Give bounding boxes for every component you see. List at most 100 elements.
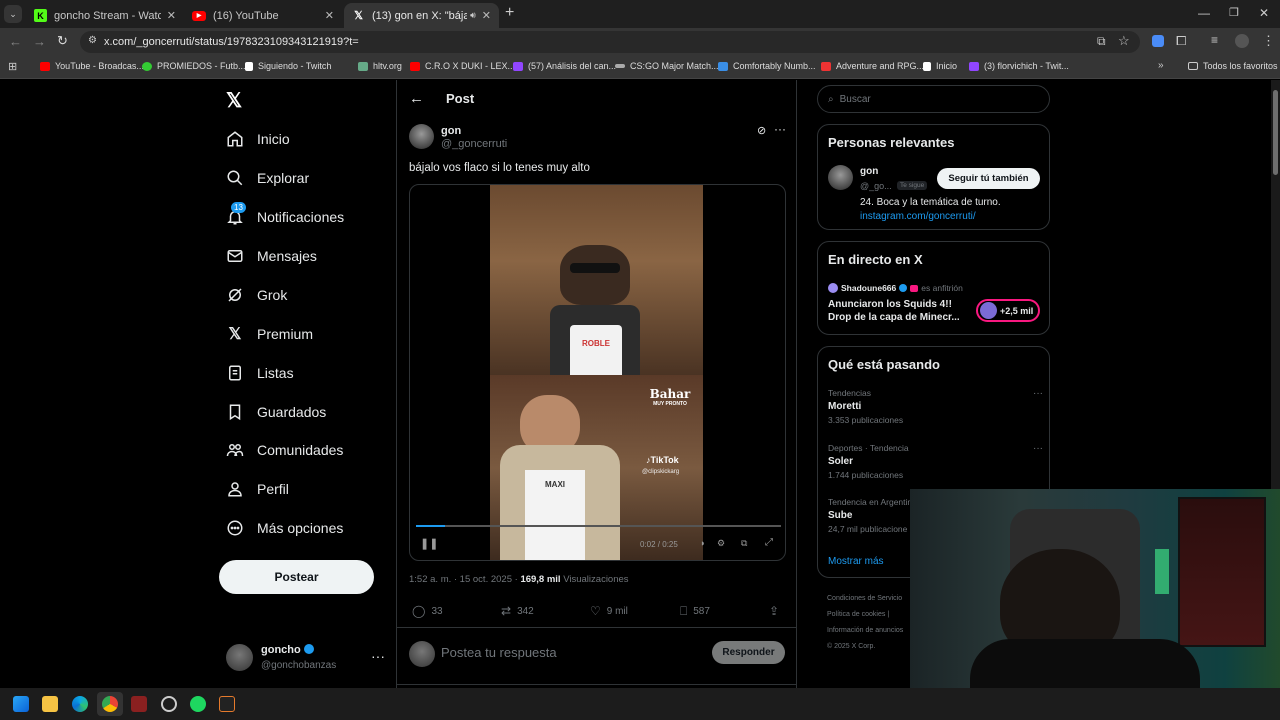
bookmark-cro-duki[interactable]: C.R.O X DUKI - LEX... [410, 61, 515, 71]
trend-item[interactable]: Deportes · Tendencia Soler 1.744 publica… [828, 443, 1043, 480]
close-icon[interactable]: ✕ [325, 9, 334, 22]
reply-button[interactable]: Responder [712, 641, 785, 664]
live-host[interactable]: Shadoune666 es anfitrión [828, 283, 963, 293]
volume-icon[interactable]: ◗ [700, 538, 705, 548]
live-listeners-pill[interactable]: +2,5 mil [976, 299, 1040, 322]
spotify-icon[interactable] [190, 696, 206, 712]
tab-search-icon[interactable]: ⌄ [4, 5, 22, 23]
like-action[interactable]: ♡ 9 mil [590, 604, 628, 618]
more-bookmarks-icon[interactable]: » [1158, 60, 1164, 71]
ads-info-link[interactable]: Información de anuncios [827, 623, 903, 639]
x-logo-icon[interactable]: 𝕏 [226, 88, 242, 113]
bookmark-florvichich[interactable]: (3) florvichich - Twit... [969, 61, 1069, 71]
app-icon[interactable] [131, 696, 147, 712]
nav-premium[interactable]: 𝕏 Premium [226, 325, 313, 343]
close-icon[interactable]: ✕ [482, 9, 491, 22]
terms-link[interactable]: Condiciones de Servicio [827, 591, 903, 607]
extension-icon[interactable] [1152, 35, 1164, 47]
reply-action[interactable]: ◯ 33 [412, 604, 443, 618]
nav-mas-opciones[interactable]: Más opciones [226, 519, 343, 537]
show-more-link[interactable]: Mostrar más [828, 556, 884, 567]
bookmark-hltv[interactable]: hltv.org [358, 61, 402, 71]
all-bookmarks-folder[interactable]: Todos los favoritos [1188, 61, 1278, 71]
nav-grok[interactable]: Grok [226, 286, 287, 304]
apps-grid-icon[interactable]: ⊞ [8, 60, 17, 73]
live-title[interactable]: Anunciaron los Squids 4!! Drop de la cap… [828, 298, 960, 324]
bookmark-csgo[interactable]: CS:GO Major Match... [615, 61, 719, 71]
nav-notificaciones[interactable]: 13 Notificaciones [226, 202, 344, 226]
app-icon[interactable] [219, 696, 235, 712]
bookmark-adventure-rpg[interactable]: Adventure and RPG... [821, 61, 924, 71]
bookmark-comfortably-numb[interactable]: Comfortably Numb... [718, 61, 816, 71]
nav-guardados[interactable]: Guardados [226, 403, 326, 421]
extensions-puzzle-icon[interactable]: ⧠ [1176, 33, 1186, 49]
more-icon[interactable]: ··· [774, 122, 786, 136]
nav-perfil[interactable]: Perfil [226, 480, 289, 498]
fullscreen-icon[interactable]: ⤢ [765, 537, 773, 548]
windows-start-icon[interactable] [13, 696, 29, 712]
bookmark-x-inicio[interactable]: Inicio [923, 61, 957, 71]
post-button[interactable]: Postear [219, 560, 374, 594]
new-tab-button[interactable]: + [505, 4, 514, 22]
grok-explain-icon[interactable]: ⊘ [757, 124, 766, 137]
tab-x-post[interactable]: 𝕏 (13) gon en X: "bájalo vos fl 🔊︎ ✕ [344, 3, 499, 28]
forward-button[interactable]: → [33, 34, 46, 49]
bookmark-youtube[interactable]: YouTube - Broadcas... [40, 61, 144, 71]
bookmark-twitch[interactable]: Siguiendo - Twitch [245, 61, 331, 71]
cookies-link[interactable]: Política de cookies [827, 611, 885, 618]
post-time[interactable]: 1:52 a. m. · 15 oct. 2025 · [409, 574, 518, 585]
tab-youtube[interactable]: ▶ (16) YouTube ✕ [184, 3, 342, 28]
person-handle[interactable]: @_go... [860, 181, 892, 191]
reply-input[interactable]: Postea tu respuesta [441, 645, 557, 660]
close-window-button[interactable]: ✕ [1259, 6, 1269, 20]
nav-inicio[interactable]: Inicio [226, 130, 290, 148]
pause-icon[interactable]: ❚❚ [420, 537, 438, 550]
repost-action[interactable]: ⇄ 342 [501, 604, 534, 618]
trend-item[interactable]: Tendencias Moretti 3.353 publicaciones ·… [828, 388, 1043, 425]
menu-kebab-icon[interactable]: ⋮ [1262, 33, 1275, 49]
share-action[interactable]: ⇪ [769, 604, 779, 618]
scrollbar-thumb[interactable] [1273, 90, 1278, 175]
profile-avatar[interactable] [1235, 34, 1249, 48]
settings-gear-icon[interactable]: ⚙︎ [717, 538, 725, 549]
person-name[interactable]: gon [860, 166, 878, 177]
nav-explorar[interactable]: Explorar [226, 169, 309, 187]
reload-button[interactable]: ↻ [57, 33, 68, 49]
edge-icon[interactable] [72, 696, 88, 712]
author-avatar[interactable] [409, 124, 434, 149]
nav-mensajes[interactable]: Mensajes [226, 247, 317, 265]
author-name[interactable]: gon [441, 125, 461, 137]
author-handle[interactable]: @_goncerruti [441, 138, 507, 150]
back-button[interactable]: ← [9, 34, 22, 49]
file-explorer-icon[interactable] [42, 696, 58, 712]
search-bar[interactable]: ⌕ Buscar [817, 85, 1050, 113]
restore-button[interactable]: ❐ [1229, 6, 1239, 19]
minimize-button[interactable]: — [1198, 6, 1210, 20]
search-input[interactable]: Buscar [840, 94, 871, 105]
site-info-icon[interactable]: ⚙︎ [88, 35, 97, 46]
install-app-icon[interactable]: ⧉ [1097, 34, 1106, 49]
nav-listas[interactable]: Listas [226, 364, 294, 382]
close-icon[interactable]: ✕ [167, 9, 176, 22]
video-player[interactable]: ROBLE MAXI Bahar MUY PRONTO ♪TikTok @clip… [409, 184, 786, 561]
tab-goncho-stream[interactable]: K goncho Stream - Watch Live on ✕ [26, 3, 184, 28]
person-link[interactable]: instagram.com/goncerruti/ [860, 211, 976, 222]
bookmark-analisis[interactable]: (57) Análisis del can... [513, 61, 616, 71]
star-icon[interactable]: ☆ [1118, 33, 1130, 49]
back-arrow-icon[interactable]: ← [409, 90, 424, 107]
avatar[interactable] [828, 165, 853, 190]
more-icon[interactable]: ··· [371, 648, 385, 664]
nav-comunidades[interactable]: Comunidades [226, 441, 343, 459]
follow-button[interactable]: Seguir tú también [937, 168, 1040, 189]
pip-icon[interactable]: ⧉ [741, 538, 747, 549]
media-controls-icon[interactable]: ≡ [1211, 33, 1218, 47]
address-bar[interactable]: ⚙︎ x.com/_goncerruti/status/197832310934… [80, 31, 1140, 53]
more-icon[interactable]: ··· [1033, 443, 1043, 454]
more-icon[interactable]: ··· [1033, 388, 1043, 399]
bookmark-action[interactable]: ⎕ 587 [680, 604, 710, 619]
account-switcher[interactable]: goncho @gonchobanzas ··· [226, 642, 386, 676]
obs-icon[interactable] [161, 696, 177, 712]
bookmark-promiedos[interactable]: PROMIEDOS - Futb... [142, 61, 246, 71]
speaker-icon[interactable]: 🔊︎ [470, 10, 476, 21]
chrome-icon[interactable] [102, 696, 118, 712]
